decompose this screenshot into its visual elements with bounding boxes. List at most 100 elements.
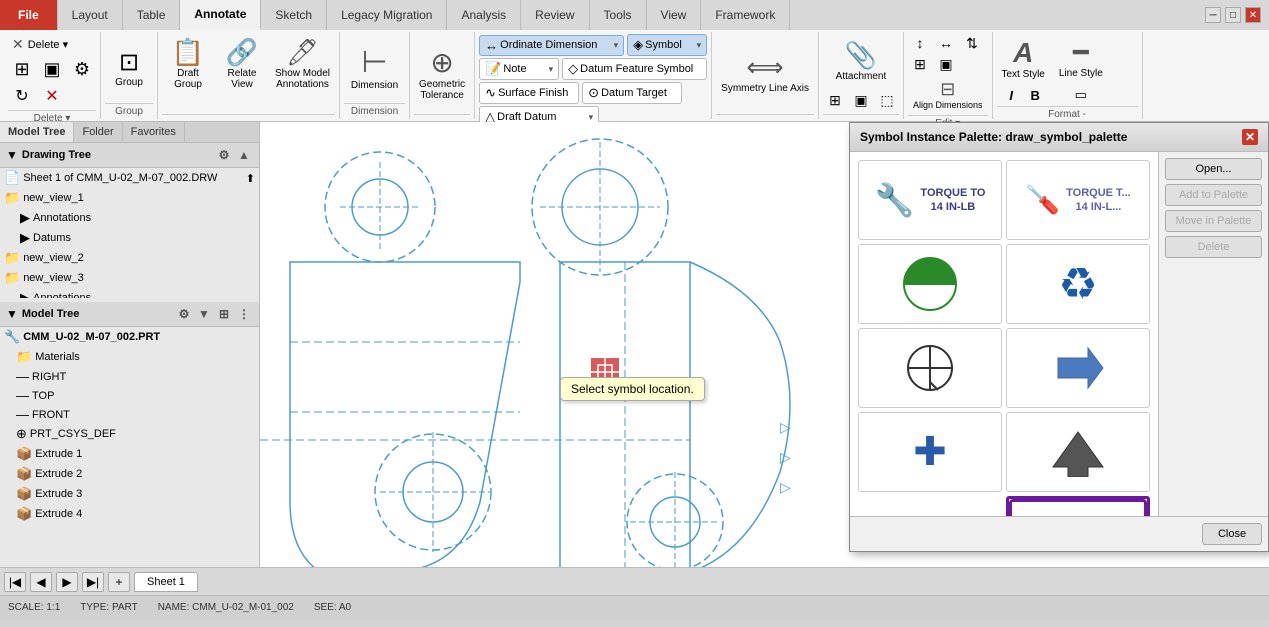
sheet-tab[interactable]: Sheet 1 [134,572,198,592]
dialog-close-button[interactable]: ✕ [1242,129,1258,145]
drawing-area[interactable]: ▷ ▷ ▷ Select symbol location. Symbol Ins… [260,122,1269,567]
symbol-palette-dialog[interactable]: Symbol Instance Palette: draw_symbol_pal… [849,122,1269,552]
edit-small5[interactable]: ▣ [934,55,958,74]
close-window-icon[interactable]: ✕ [1245,7,1261,23]
ts-small1[interactable]: I [1000,87,1022,104]
tree-item-csys[interactable]: ⊕ PRT_CSYS_DEF [0,424,259,444]
tab-framework[interactable]: Framework [701,0,790,30]
open-button[interactable]: Open... [1165,158,1262,180]
tree-scroll-up-btn[interactable]: ▲ [235,146,253,164]
grid-icon-btn[interactable]: ⊞ [8,57,36,82]
edit-small4[interactable]: ⊞ [908,55,932,74]
relate-view-button[interactable]: 🔗 Relate View [218,34,266,93]
tab-view[interactable]: View [647,0,702,30]
tab-annotate[interactable]: Annotate [180,0,261,30]
palette-item-recycle[interactable]: ♻ [1006,244,1150,324]
attachment-button[interactable]: 📎 Attachment [831,37,892,85]
move-in-palette-button[interactable]: Move in Palette [1165,210,1262,232]
dimension-button[interactable]: ⊢ Dimension [346,42,403,94]
tree-item-extrude3[interactable]: 📦 Extrude 3 [0,484,259,504]
ts-small2[interactable]: B [1024,87,1046,104]
line-style-button[interactable]: ━ Line Style [1054,34,1108,82]
tool-icon-btn[interactable]: ⚙ [68,57,96,82]
tab-tools[interactable]: Tools [590,0,647,30]
tab-analysis[interactable]: Analysis [447,0,521,30]
tree-item-prt[interactable]: 🔧 CMM_U-02_M-07_002.PRT [0,327,259,347]
palette-item-ground[interactable] [858,328,1002,408]
tab-table[interactable]: Table [123,0,181,30]
symbol-dropdown[interactable]: ◈ Symbol ▾ [627,34,707,56]
attach-small-btn3[interactable]: ⬚ [875,91,899,110]
panel-tab-folder[interactable]: Folder [74,122,122,142]
tree-item-extrude1[interactable]: 📦 Extrude 1 [0,444,259,464]
add-to-palette-button[interactable]: Add to Palette [1165,184,1262,206]
datum-target-dropdown[interactable]: ⊙ Datum Target [582,82,682,104]
panel-tab-favorites[interactable]: Favorites [123,122,185,142]
attach-small-btn1[interactable]: ⊞ [823,91,847,110]
show-model-annotations-button[interactable]: 🖊 Show Model Annotations [270,34,335,93]
maximize-icon[interactable]: □ [1225,7,1241,23]
attach-small-btn2[interactable]: ▣ [849,91,873,110]
tree-item-new-view-3[interactable]: 📁 new_view_3 [0,268,259,288]
rotate-icon-btn[interactable]: ↻ [8,84,36,108]
tree-item-materials[interactable]: 📁 Materials [0,347,259,367]
tree-item-annotations-1[interactable]: ▶ Annotations [0,208,259,228]
tree-item-front[interactable]: — FRONT [0,405,259,424]
tree-item-extrude2[interactable]: 📦 Extrude 2 [0,464,259,484]
tree-item-annotations-3[interactable]: ▶ Annotations [0,288,259,298]
model-tree-config-btn[interactable]: ⚙ [175,305,193,323]
tree-item-right[interactable]: — RIGHT [0,367,259,386]
geometric-tolerance-button[interactable]: ⊕ Geometric Tolerance [414,43,470,104]
model-tree-filter-btn[interactable]: ▼ [195,305,213,323]
palette-item-arrow-up[interactable] [1006,412,1150,492]
minimize-icon[interactable]: ─ [1205,7,1221,23]
draft-group-button[interactable]: 📋 Draft Group [162,34,214,93]
edit-small1[interactable]: ↕ [908,34,932,53]
tab-legacy[interactable]: Legacy Migration [327,0,447,30]
nav-first-btn[interactable]: |◀ [4,572,26,592]
panel-tab-model-tree[interactable]: Model Tree [0,122,74,142]
group-button[interactable]: ⊡ Group [105,45,153,91]
datum-feature-dropdown[interactable]: ◇ Datum Feature Symbol [562,58,707,80]
tab-review[interactable]: Review [521,0,589,30]
nav-next-btn[interactable]: ▶ [56,572,78,592]
tree-scroll-handle[interactable]: ⬆ [246,172,255,185]
symmetry-button[interactable]: ⟺ Symmetry Line Axis [716,49,814,97]
palette-item-arrow[interactable] [1006,328,1150,408]
palette-item-torque1[interactable]: 🔧 TORQUE TO 14 IN-LB [858,160,1002,240]
surface-finish-dropdown[interactable]: ∿ Surface Finish [479,82,579,104]
model-tree-more-btn[interactable]: ⋮ [235,305,253,323]
related-icon-btn[interactable]: ▣ [38,57,66,82]
palette-item-plus[interactable]: ✚ [858,412,1002,492]
model-tree-expand-btn[interactable]: ⊞ [215,305,233,323]
tree-item-new-view-2[interactable]: 📁 new_view_2 [0,248,259,268]
drawing-tree-scroll[interactable]: 📄 Sheet 1 of CMM_U-02_M-07_002.DRW ⬆ 📁 n… [0,168,259,298]
tree-item-datums-1[interactable]: ▶ Datums [0,228,259,248]
tree-config-btn[interactable]: ⚙ [215,146,233,164]
edit-small3[interactable]: ⇅ [960,34,984,53]
tab-layout[interactable]: Layout [58,0,123,30]
tree-item-sheet[interactable]: 📄 Sheet 1 of CMM_U-02_M-07_002.DRW ⬆ [0,168,259,188]
tree-item-new-view-1[interactable]: 📁 new_view_1 [0,188,259,208]
align-dimensions-button[interactable]: ⊟ Align Dimensions [908,76,988,113]
model-tree-scroll[interactable]: 🔧 CMM_U-02_M-07_002.PRT 📁 Materials — RI… [0,327,259,567]
edit-small2[interactable]: ↔ [934,34,958,53]
nav-last-btn[interactable]: ▶| [82,572,104,592]
tab-sketch[interactable]: Sketch [261,0,327,30]
tree-item-top[interactable]: — TOP [0,386,259,405]
delete-button-dialog[interactable]: Delete [1165,236,1262,258]
nav-prev-btn[interactable]: ◀ [30,572,52,592]
palette-item-half-circle[interactable] [858,244,1002,324]
ls-small1[interactable]: ▭ [1070,86,1092,104]
cancel-icon-btn[interactable]: ✕ [38,84,66,108]
close-button-dialog[interactable]: Close [1202,523,1262,545]
nav-add-btn[interactable]: + [108,572,130,592]
tree-item-extrude4[interactable]: 📦 Extrude 4 [0,504,259,524]
ordinate-dimension-dropdown[interactable]: ↔ Ordinate Dimension ▾ [479,35,624,56]
palette-item-attention[interactable]: ▲ ATTENTION [1006,496,1150,516]
delete-button[interactable]: ✕ Delete ▾ [8,34,72,55]
palette-item-torque2[interactable]: 🪛 TORQUE T... 14 IN-L... [1006,160,1150,240]
text-style-button[interactable]: A Text Style [997,34,1050,83]
note-dropdown[interactable]: 📝 Note ▾ [479,58,559,80]
tab-file[interactable]: File [0,0,58,30]
